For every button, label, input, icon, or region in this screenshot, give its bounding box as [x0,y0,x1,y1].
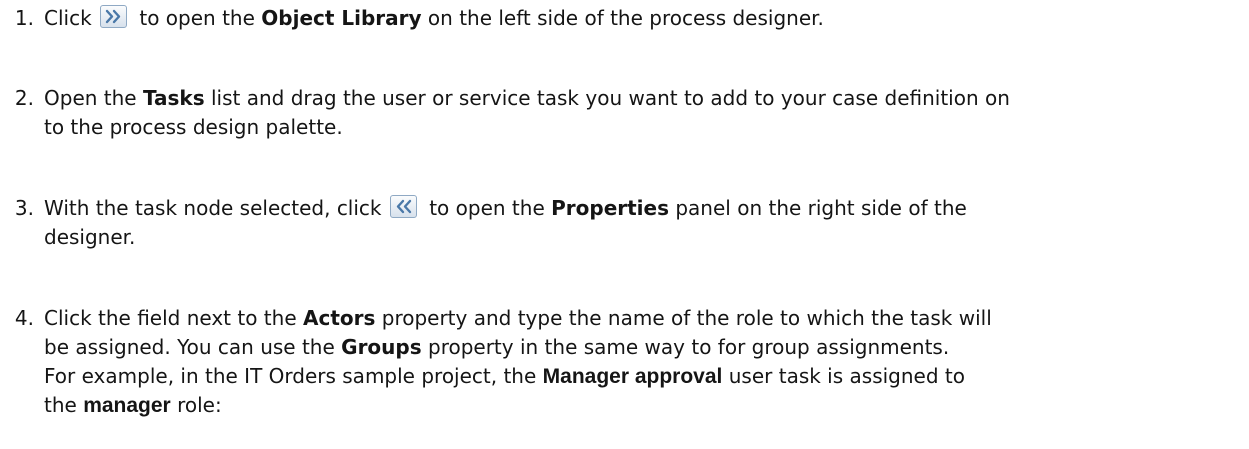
step-line: For example, in the IT Orders sample pro… [44,364,965,388]
step-line: Open the Tasks list and drag the user or… [44,86,1010,110]
step-text: Click to open the Object Library on the … [44,4,1244,33]
step-line: be assigned. You can use the Groups prop… [44,335,950,359]
actors-label: Actors [302,306,376,330]
object-library-label: Object Library [261,6,422,30]
manager-role-label: manager [83,394,171,417]
groups-label: Groups [341,335,422,359]
step-line: Click to open the Object Library on the … [44,5,824,30]
collapse-left-double-chevron-icon [389,195,417,218]
step-line: Click the field next to the Actors prope… [44,306,992,330]
step-number: 2. [14,86,34,110]
step-line: designer. [44,225,136,249]
properties-label: Properties [551,196,669,220]
step-line: With the task node selected, click to op… [44,195,967,220]
manager-approval-label: Manager approval [542,365,723,388]
step-line: the manager role: [44,393,222,417]
step-text: Click the field next to the Actors prope… [44,304,1244,420]
step-number: 1. [14,6,34,30]
step-number: 3. [14,196,34,220]
step-text: With the task node selected, click to op… [44,194,1244,252]
step-line: to the process design palette. [44,115,343,139]
step-text: Open the Tasks list and drag the user or… [44,84,1244,142]
step-number: 4. [14,306,34,330]
tasks-label: Tasks [142,86,205,110]
expand-right-double-chevron-icon [100,5,128,28]
